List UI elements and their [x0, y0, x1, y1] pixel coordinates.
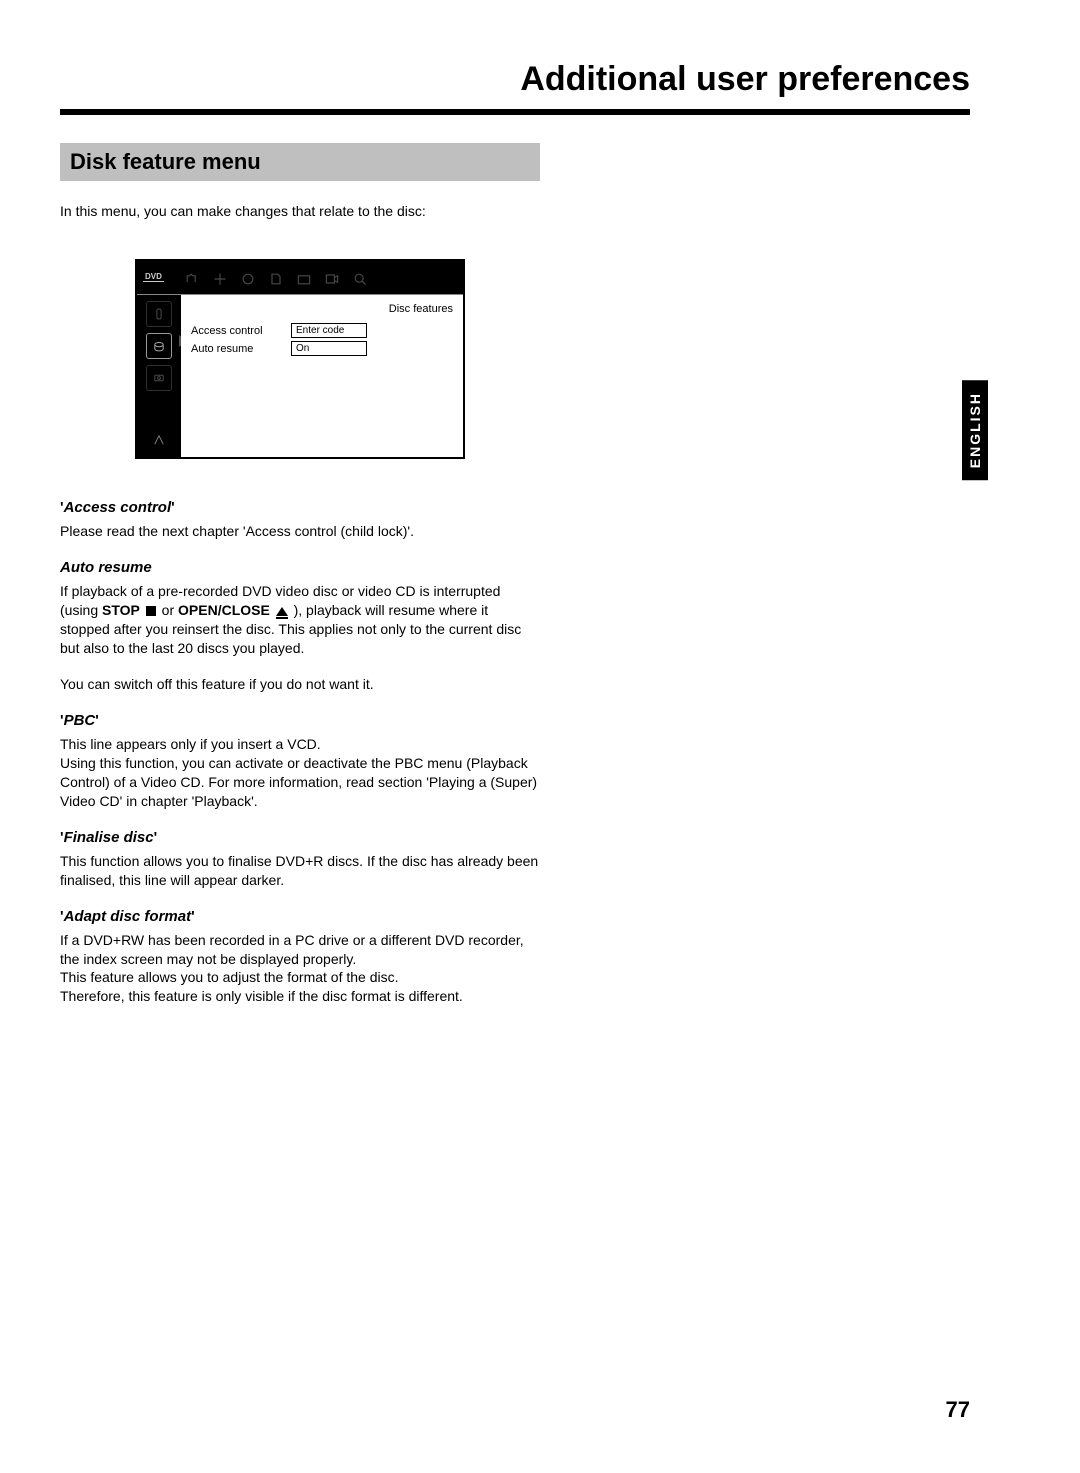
- section-header: Disk feature menu: [60, 143, 540, 181]
- subsection-heading: 'Adapt disc format': [60, 908, 540, 925]
- title-rule: [60, 109, 970, 115]
- body-paragraph: This line appears only if you insert a V…: [60, 735, 540, 811]
- tab-icon-2: [206, 266, 234, 292]
- subsection-heading: 'PBC': [60, 712, 540, 729]
- side-icon-disc: [146, 333, 172, 359]
- dvd-logo: DVD: [143, 272, 164, 282]
- osd-row-value: Enter code: [291, 323, 367, 338]
- side-icon-record: [146, 365, 172, 391]
- onscreen-menu-figure: DVD: [135, 259, 465, 459]
- body-paragraph: Please read the next chapter 'Access con…: [60, 522, 540, 541]
- subsection-heading: 'Access control': [60, 499, 540, 516]
- intro-text: In this menu, you can make changes that …: [60, 203, 540, 219]
- tab-icon-6: [318, 266, 346, 292]
- body-paragraph: This function allows you to finalise DVD…: [60, 852, 540, 890]
- tab-icon-7: [346, 266, 374, 292]
- osd-row-label: Auto resume: [191, 343, 291, 355]
- tab-icon-5: [290, 266, 318, 292]
- subsection-heading: 'Finalise disc': [60, 829, 540, 846]
- body-paragraph: If a DVD+RW has been recorded in a PC dr…: [60, 931, 540, 1007]
- subsection-heading: Auto resume: [60, 559, 540, 576]
- osd-row-value: On: [291, 341, 367, 356]
- osd-row: Auto resume On: [191, 341, 453, 356]
- page-number: 77: [946, 1397, 970, 1423]
- body-paragraph: You can switch off this feature if you d…: [60, 675, 540, 694]
- side-icon-install: [146, 427, 172, 453]
- tab-icon-4: [262, 266, 290, 292]
- stop-icon: [146, 606, 156, 616]
- eject-icon: [276, 607, 288, 616]
- language-tab: ENGLISH: [962, 380, 988, 480]
- osd-row-label: Access control: [191, 325, 291, 337]
- osd-row: Access control Enter code: [191, 323, 453, 338]
- tab-icon-3: [234, 266, 262, 292]
- side-icon-remote: [146, 301, 172, 327]
- osd-heading: Disc features: [191, 303, 453, 315]
- page-title: Additional user preferences: [60, 60, 970, 99]
- body-paragraph: If playback of a pre-recorded DVD video …: [60, 582, 540, 658]
- tab-icon-1: [178, 266, 206, 292]
